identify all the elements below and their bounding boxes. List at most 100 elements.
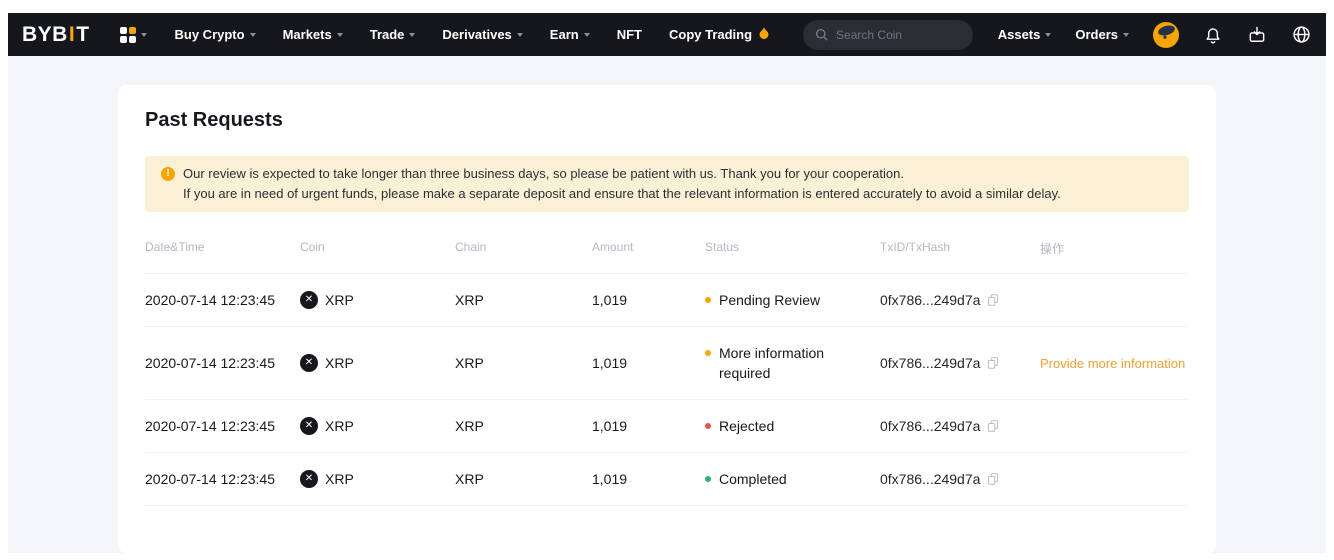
chevron-down-icon [337,33,343,37]
header-amount: Amount [592,240,705,257]
notice-line-1: Our review is expected to take longer th… [183,164,1061,184]
cell-txid: 0fx786...249d7a [880,353,1040,373]
cell-chain: XRP [455,469,592,489]
cell-coin: ✕ XRP [300,290,455,310]
coin-name: XRP [325,469,354,489]
table-row: 2020-07-14 12:23:45 ✕ XRP XRP 1,019 Comp… [145,453,1189,506]
search-input[interactable] [836,28,956,42]
cell-amount: 1,019 [592,353,705,373]
cell-coin: ✕ XRP [300,416,455,436]
cell-chain: XRP [455,416,592,436]
chevron-down-icon [1123,33,1129,37]
page-frame: BYBIT Buy Crypto Markets Trade Derivativ… [8,13,1326,553]
cell-status: Completed [705,469,880,489]
top-nav: BYBIT Buy Crypto Markets Trade Derivativ… [8,13,1326,56]
cell-status: More information required [705,343,880,383]
status-dot-icon [705,476,711,482]
bybit-logo[interactable]: BYBIT [22,23,90,47]
search-box[interactable] [803,20,973,50]
chevron-down-icon [1045,33,1051,37]
cell-txid: 0fx786...249d7a [880,469,1040,489]
cell-txid: 0fx786...249d7a [880,416,1040,436]
txid-text: 0fx786...249d7a [880,469,980,489]
page-title: Past Requests [145,85,1189,132]
nav-item-copy-trading[interactable]: Copy Trading [669,27,769,42]
cell-status: Pending Review [705,290,880,310]
header-txid: TxID/TxHash [880,240,1040,257]
txid-text: 0fx786...249d7a [880,416,980,436]
header-coin: Coin [300,240,455,257]
txid-text: 0fx786...249d7a [880,290,980,310]
header-status: Status [705,240,880,257]
nav-right: Assets Orders [998,22,1312,48]
user-avatar[interactable] [1153,22,1179,48]
apps-grid-icon [120,27,136,43]
coin-name: XRP [325,353,354,373]
txid-text: 0fx786...249d7a [880,353,980,373]
language-globe-icon[interactable] [1291,24,1312,45]
chevron-down-icon [517,33,523,37]
xrp-coin-icon: ✕ [300,354,318,372]
copy-icon[interactable] [986,419,1000,433]
provide-more-info-link[interactable]: Provide more information [1040,356,1185,371]
chevron-down-icon [584,33,590,37]
table-row: 2020-07-14 12:23:45 ✕ XRP XRP 1,019 More… [145,327,1189,400]
logo-text: T [76,23,89,46]
nav-item-nft[interactable]: NFT [617,27,642,42]
nav-item-trade[interactable]: Trade [370,27,416,42]
status-label: More information required [719,343,847,383]
cell-datetime: 2020-07-14 12:23:45 [145,469,300,489]
copy-icon[interactable] [986,293,1000,307]
past-requests-card: Past Requests ! Our review is expected t… [118,85,1216,553]
cell-chain: XRP [455,353,592,373]
status-label: Rejected [719,416,774,436]
nav-item-earn[interactable]: Earn [550,27,590,42]
flame-icon [759,27,769,39]
requests-table: Date&Time Coin Chain Amount Status TxID/… [145,212,1189,506]
table-row: 2020-07-14 12:23:45 ✕ XRP XRP 1,019 Reje… [145,400,1189,453]
status-dot-icon [705,297,711,303]
page-background: Past Requests ! Our review is expected t… [8,56,1326,553]
cell-coin: ✕ XRP [300,469,455,489]
notice-banner: ! Our review is expected to take longer … [145,156,1189,212]
status-dot-icon [705,423,711,429]
table-row: 2020-07-14 12:23:45 ✕ XRP XRP 1,019 Pend… [145,274,1189,327]
cell-chain: XRP [455,290,592,310]
chevron-down-icon [409,33,415,37]
cell-status: Rejected [705,416,880,436]
table-header-row: Date&Time Coin Chain Amount Status TxID/… [145,212,1189,274]
apps-grid-button[interactable] [120,27,147,43]
cell-amount: 1,019 [592,469,705,489]
coin-name: XRP [325,290,354,310]
nav-item-assets[interactable]: Assets [998,27,1052,42]
coin-name: XRP [325,416,354,436]
logo-text: BYB [22,23,68,46]
header-datetime: Date&Time [145,240,300,257]
chevron-down-icon [141,33,147,37]
nav-item-orders[interactable]: Orders [1075,27,1129,42]
table-body: 2020-07-14 12:23:45 ✕ XRP XRP 1,019 Pend… [145,274,1189,506]
search-icon [814,27,829,42]
nav-item-buy-crypto[interactable]: Buy Crypto [175,27,256,42]
cell-datetime: 2020-07-14 12:23:45 [145,290,300,310]
copy-icon[interactable] [986,472,1000,486]
header-chain: Chain [455,240,592,257]
main-nav: Buy Crypto Markets Trade Derivatives Ear… [175,27,770,42]
warning-icon: ! [161,167,175,181]
header-operation: 操作 [1040,240,1189,257]
notice-line-2: If you are in need of urgent funds, plea… [183,184,1061,204]
cell-coin: ✕ XRP [300,353,455,373]
cell-txid: 0fx786...249d7a [880,290,1040,310]
cell-amount: 1,019 [592,416,705,436]
copy-icon[interactable] [986,356,1000,370]
status-dot-icon [705,350,711,356]
notifications-bell-icon[interactable] [1203,25,1223,45]
nav-item-derivatives[interactable]: Derivatives [442,27,522,42]
logo-accent: I [68,23,76,46]
cell-action: Provide more information [1040,353,1189,374]
download-icon[interactable] [1247,25,1267,45]
status-label: Pending Review [719,290,820,310]
nav-item-markets[interactable]: Markets [283,27,343,42]
status-label: Completed [719,469,787,489]
xrp-coin-icon: ✕ [300,291,318,309]
